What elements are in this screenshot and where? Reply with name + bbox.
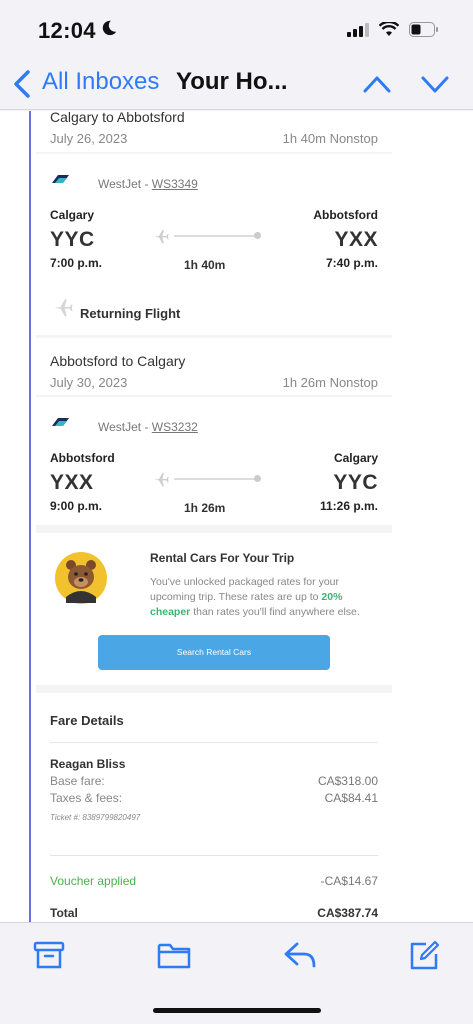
archive-icon[interactable] <box>31 937 67 973</box>
compose-icon[interactable] <box>406 937 442 973</box>
voucher-label: Voucher applied <box>50 874 137 888</box>
to-city: Abbotsford <box>313 208 378 222</box>
back-button-label[interactable]: All Inboxes <box>42 68 159 96</box>
westjet-logo-icon <box>52 418 69 426</box>
from-code: YXX <box>50 471 94 494</box>
search-rental-cars-button[interactable]: Search Rental Cars <box>98 635 330 670</box>
battery-icon <box>409 22 438 37</box>
folder-icon[interactable] <box>156 937 192 973</box>
total-label: Total <box>50 906 78 920</box>
email-body[interactable]: Calgary to Abbotsford July 26, 2023 1h 4… <box>0 111 473 922</box>
up-chevron-icon[interactable] <box>362 72 392 96</box>
fare-details-title: Fare Details <box>50 713 124 728</box>
airline-label: WestJet - WS3232 <box>98 420 198 434</box>
wifi-icon <box>379 22 399 36</box>
signal-icon <box>347 22 369 37</box>
flight-number-link[interactable]: WS3232 <box>152 420 198 434</box>
message-subject-title: Your Ho... <box>176 68 288 95</box>
to-city: Calgary <box>333 451 378 465</box>
ticket-number: Ticket #: 8389799820497 <box>50 813 141 822</box>
returning-flight-heading: Returning Flight <box>80 306 181 321</box>
flight-path-dot <box>254 475 261 482</box>
route-title: Calgary to Abbotsford <box>50 111 185 125</box>
outbound-flight-panel: WestJet - WS3349 Calgary YYC 7:00 p.m. 1… <box>36 154 392 335</box>
flight-duration: 1h 26m <box>184 501 226 515</box>
outbound-header: Calgary to Abbotsford July 26, 2023 1h 4… <box>36 111 392 152</box>
flight-path-line <box>174 478 256 480</box>
route-title: Abbotsford to Calgary <box>50 353 186 369</box>
return-header: Abbotsford to Calgary July 30, 2023 1h 2… <box>36 338 392 395</box>
flight-path-dot <box>254 232 261 239</box>
to-code: YYC <box>333 471 378 494</box>
flight-number-link[interactable]: WS3349 <box>152 177 198 191</box>
depart-time: 7:00 p.m. <box>50 256 103 270</box>
base-fare-label: Base fare: <box>50 774 105 788</box>
rental-panel-bottom <box>36 670 392 685</box>
divider <box>50 855 378 856</box>
plane-icon <box>54 299 73 317</box>
total-value: CA$387.74 <box>317 906 378 920</box>
route-duration-stops: 1h 26m Nonstop <box>282 375 378 390</box>
plane-icon <box>154 230 169 244</box>
rental-title: Rental Cars For Your Trip <box>150 551 295 565</box>
mascot-avatar <box>55 552 107 604</box>
taxes-fees-value: CA$84.41 <box>324 791 378 805</box>
rental-description: You've unlocked packaged rates for your … <box>150 576 360 618</box>
passenger-name: Reagan Bliss <box>50 757 126 771</box>
route-date: July 26, 2023 <box>50 131 128 146</box>
status-bar: 12:04 <box>0 0 473 58</box>
from-city: Abbotsford <box>50 451 115 465</box>
down-chevron-icon[interactable] <box>420 72 450 96</box>
voucher-value: -CA$14.67 <box>320 874 378 888</box>
route-date: July 30, 2023 <box>50 375 128 390</box>
depart-time: 9:00 p.m. <box>50 499 103 513</box>
plane-icon <box>154 473 169 487</box>
flight-duration: 1h 40m <box>184 258 226 272</box>
westjet-logo-icon <box>52 175 69 183</box>
taxes-fees-label: Taxes & fees: <box>50 791 123 805</box>
nav-bar: All Inboxes Your Ho... <box>0 58 473 110</box>
fare-details-panel: Fare Details Reagan Bliss Base fare: CA$… <box>36 693 392 922</box>
base-fare-value: CA$318.00 <box>317 774 378 788</box>
home-indicator <box>153 1008 321 1013</box>
flight-path-line <box>174 235 256 237</box>
from-city: Calgary <box>50 208 95 222</box>
arrive-time: 11:26 p.m. <box>319 499 378 513</box>
to-code: YXX <box>334 228 378 251</box>
back-chevron-icon[interactable] <box>10 68 34 100</box>
moon-icon <box>102 20 117 36</box>
itinerary-card: Calgary to Abbotsford July 26, 2023 1h 4… <box>36 111 392 922</box>
status-time: 12:04 <box>38 18 96 43</box>
divider <box>50 742 378 743</box>
status-indicators <box>347 22 439 37</box>
reply-icon[interactable] <box>282 937 318 973</box>
arrive-time: 7:40 p.m. <box>325 256 378 270</box>
from-code: YYC <box>50 228 95 251</box>
route-duration-stops: 1h 40m Nonstop <box>282 131 378 146</box>
return-flight-panel: WestJet - WS3232 Abbotsford YXX 9:00 p.m… <box>36 397 392 525</box>
airline-label: WestJet - WS3349 <box>98 177 198 191</box>
quote-bar <box>29 111 31 922</box>
